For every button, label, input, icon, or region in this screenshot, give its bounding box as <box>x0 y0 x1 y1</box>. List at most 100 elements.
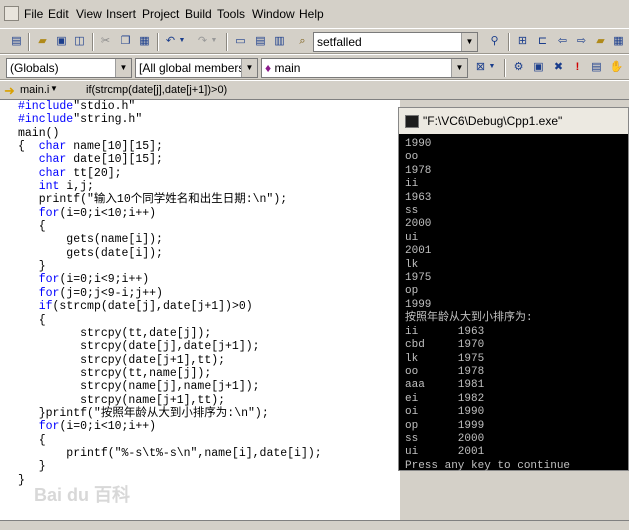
compile-icon[interactable]: ⚙ <box>510 59 527 75</box>
console-title-bar[interactable]: "F:\VC6\Debug\Cpp1.exe" <box>399 108 628 134</box>
menu-bar: File Edit View Insert Project Build Tool… <box>0 0 629 28</box>
console-line: ui 2001 <box>405 446 485 459</box>
toolbar-separator <box>508 33 510 51</box>
members-combo-value: [All global members <box>139 61 245 75</box>
arrow-right-icon: ➜ <box>4 83 15 98</box>
workspace-icon[interactable]: ▭ <box>232 33 249 49</box>
more-tools-icon[interactable]: ▦ <box>610 33 627 49</box>
code-line: char date[10][15]; <box>38 153 163 167</box>
menu-view[interactable]: View <box>76 7 102 21</box>
find-icon[interactable]: ⚲ <box>486 33 503 49</box>
watermark-logo: Bai du 百科 <box>34 485 131 505</box>
toolbar-separator <box>28 33 30 51</box>
console-line: ii 1963 <box>405 325 485 338</box>
chevron-down-icon[interactable]: ▼ <box>451 59 467 77</box>
code-line: strcpy(tt,date[j]); <box>18 326 212 340</box>
toolbar-separator <box>92 33 94 51</box>
code-line: if(strcmp(date[j],date[j+1])>0) <box>38 300 253 314</box>
console-line: oi 1990 <box>405 406 485 419</box>
save-icon[interactable]: ▣ <box>53 33 70 49</box>
code-line: { <box>18 220 46 234</box>
menu-edit[interactable]: Edit <box>48 7 69 21</box>
console-line: ii <box>405 178 419 191</box>
code-line: gets(date[i]); <box>18 246 163 260</box>
function-diamond-icon: ♦ <box>265 61 272 75</box>
console-line: 1963 <box>405 191 432 204</box>
console-line: 1999 <box>405 298 432 311</box>
forward-icon[interactable]: ⇨ <box>573 33 590 49</box>
menu-build[interactable]: Build <box>185 7 212 21</box>
stop-build-icon[interactable]: ✖ <box>550 59 567 75</box>
class-combo[interactable]: (Globals) ▼ <box>6 58 132 78</box>
open-folder-icon[interactable]: ▰ <box>34 33 51 49</box>
code-line: #include"string.h" <box>18 113 143 127</box>
browse-icon[interactable]: ⊞ <box>514 33 531 49</box>
console-line: 2001 <box>405 245 432 258</box>
console-window[interactable]: "F:\VC6\Debug\Cpp1.exe" 1990 oo 1978 ii 1963… <box>398 107 629 472</box>
console-title: "F:\VC6\Debug\Cpp1.exe" <box>423 114 563 128</box>
console-line: oo <box>405 151 419 164</box>
code-line: for(j=0;j<9-i;j++) <box>38 286 163 300</box>
code-line: strcpy(name[j+1],tt); <box>18 393 226 407</box>
find-combo[interactable]: setfalled ▼ <box>313 32 478 52</box>
undo-dropdown-icon[interactable]: ▼ <box>178 33 186 49</box>
code-editor[interactable]: #include"stdio.h" #include"string.h" main(… <box>0 100 400 520</box>
menu-insert[interactable]: Insert <box>106 7 136 21</box>
members-combo[interactable]: [All global members ▼ <box>135 58 258 78</box>
chevron-down-icon[interactable]: ▼ <box>461 33 477 51</box>
code-line: gets(name[i]); <box>18 233 163 247</box>
chevron-down-icon[interactable]: ▼ <box>241 59 257 77</box>
menu-tools[interactable]: Tools <box>217 7 245 21</box>
code-line: } <box>18 260 46 274</box>
code-line: }printf("按照年龄从大到小排序为:\n"); <box>18 406 269 420</box>
execute-icon[interactable]: ! <box>569 59 586 75</box>
save-all-icon[interactable]: ◫ <box>71 33 88 49</box>
new-text-file-icon[interactable]: ▤ <box>8 33 25 49</box>
console-line: ss 2000 <box>405 432 485 445</box>
file-tab[interactable]: main.i <box>20 84 49 96</box>
app-icon[interactable] <box>4 6 19 21</box>
menu-file[interactable]: File <box>24 7 43 21</box>
console-line: 按照年龄从大到小排序为: <box>405 312 533 325</box>
build-icon[interactable]: ▣ <box>530 59 547 75</box>
bookmark-icon[interactable]: ⊏ <box>534 33 551 49</box>
toolbar-separator <box>504 59 506 77</box>
console-icon <box>405 115 419 129</box>
wizard-action-dropdown-icon[interactable]: ▼ <box>488 59 496 75</box>
redo-icon[interactable]: ↷ <box>194 33 211 49</box>
chevron-down-icon[interactable]: ▼ <box>115 59 131 77</box>
menu-window[interactable]: Window <box>252 7 295 21</box>
paste-icon[interactable]: ▦ <box>136 33 153 49</box>
current-scope-label: if(strcmp(date[j],date[j+1])>0) <box>86 84 228 96</box>
code-line: strcpy(name[j],name[j+1]); <box>18 380 260 394</box>
code-line: { <box>18 433 46 447</box>
console-line: ss <box>405 205 419 218</box>
wizard-bar: (Globals) ▼ [All global members ▼ ♦ main… <box>0 54 629 80</box>
console-line: ui <box>405 231 419 244</box>
go-icon[interactable]: ▤ <box>588 59 605 75</box>
code-line: } <box>18 460 46 474</box>
breakpoint-icon[interactable]: ✋ <box>608 59 625 75</box>
copy-icon[interactable]: ❐ <box>117 33 134 49</box>
console-line: cbd 1970 <box>405 339 485 352</box>
console-line: oo 1978 <box>405 365 485 378</box>
output-window-icon[interactable]: ▤ <box>252 33 269 49</box>
standard-toolbar: ▤ ▰ ▣ ◫ ✂ ❐ ▦ ↶ ▼ ↷ ▼ ▭ ▤ ▥ ⌕ setfalled … <box>0 28 629 54</box>
wizard-action-icon[interactable]: ⊠ <box>472 59 489 75</box>
function-combo[interactable]: ♦ main ▼ <box>261 58 468 78</box>
console-line: 2000 <box>405 218 432 231</box>
find-in-files-icon[interactable]: ⌕ <box>294 33 311 49</box>
back-icon[interactable]: ⇦ <box>554 33 571 49</box>
open-project-icon[interactable]: ▰ <box>592 33 609 49</box>
cut-icon[interactable]: ✂ <box>97 33 114 49</box>
code-line: for(i=0;i<10;i++) <box>38 420 157 434</box>
chevron-down-icon[interactable]: ▼ <box>50 84 58 93</box>
menu-project[interactable]: Project <box>142 7 179 21</box>
code-line: for(i=0;i<9;i++) <box>38 273 150 287</box>
undo-icon[interactable]: ↶ <box>162 33 179 49</box>
redo-dropdown-icon[interactable]: ▼ <box>210 33 218 49</box>
function-combo-value: main <box>274 61 301 75</box>
window-list-icon[interactable]: ▥ <box>271 33 288 49</box>
console-line: 1975 <box>405 272 432 285</box>
menu-help[interactable]: Help <box>299 7 324 21</box>
